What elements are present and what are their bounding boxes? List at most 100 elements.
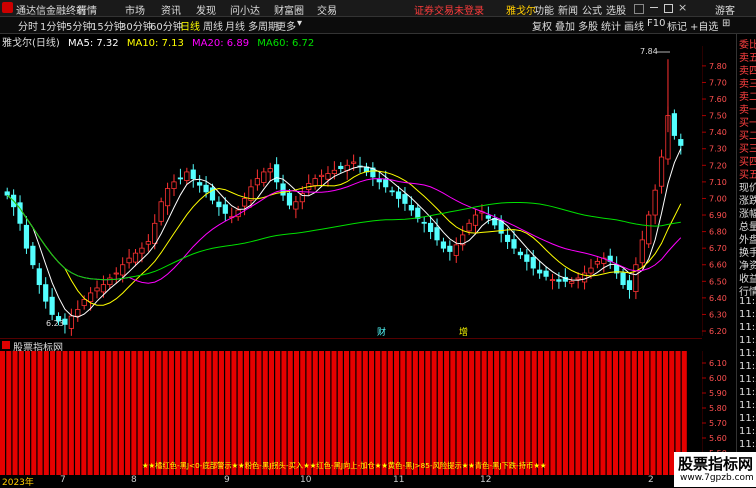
maximize-icon[interactable] <box>664 4 673 13</box>
candle-body <box>537 269 543 274</box>
menu-quotes[interactable]: 行情 <box>77 2 97 17</box>
btn-stats[interactable]: 统计 <box>601 18 621 33</box>
btn-f10[interactable]: F10 <box>647 18 665 29</box>
quote-panel: 委比 卖五 卖四 卖三 卖二 卖一 买一 买二 买三 买四 买五 现价 涨跌 涨幅 总量 外盘 换手 净资 收益 行情… <box>736 34 756 487</box>
tf-30min[interactable]: 30分钟 <box>120 18 153 33</box>
btn-overlay[interactable]: 叠加 <box>555 18 575 33</box>
btn-add-favorite[interactable]: +自选 <box>690 18 718 33</box>
indicator-bar <box>644 351 650 475</box>
candle-body <box>530 257 536 269</box>
menu-wealth[interactable]: 财富圈 <box>274 2 304 17</box>
btn-draw[interactable]: 画线 <box>624 18 644 33</box>
indicator-bar <box>143 351 149 475</box>
indicator-icon <box>2 341 10 349</box>
toolbar: 分时 1分钟 5分钟 15分钟 30分钟 60分钟 日线 周线 月线 多周期 更… <box>0 17 756 34</box>
candle-body <box>23 224 30 249</box>
indicator-legend-text: ★★橘红色-黑J<0-底部警示★★粉色-黑J拐头-买入★★红色-黑J向上-加仓★… <box>142 461 547 470</box>
indicator-bar <box>331 351 337 475</box>
menu-select[interactable]: 选股 <box>606 2 626 17</box>
price-tick-label: 6.50 <box>709 277 727 286</box>
menu-market[interactable]: 市场 <box>125 2 145 17</box>
tf-more-chevron-icon[interactable]: ▾ <box>297 18 302 29</box>
quote-panel-row: 11:29 <box>739 361 756 372</box>
btn-adjust[interactable]: 复权 <box>532 18 552 33</box>
guest-user[interactable]: 游客 <box>715 2 735 17</box>
candle-body <box>197 182 203 186</box>
candle-body <box>376 178 382 183</box>
candle-body <box>4 191 10 196</box>
candle-body <box>485 215 491 219</box>
close-icon[interactable]: × <box>678 1 687 14</box>
candle-body <box>139 247 145 254</box>
layout-grid-icon[interactable]: ⊞ <box>722 18 730 29</box>
menu-trade[interactable]: 交易 <box>317 2 337 17</box>
indicator-bar <box>93 351 99 475</box>
candle-body <box>132 252 139 263</box>
menu-news[interactable]: 资讯 <box>161 2 181 17</box>
indicator-bar <box>556 351 562 475</box>
marker-finance[interactable]: 财 <box>377 326 386 336</box>
candle-body <box>511 239 517 249</box>
menu-ask[interactable]: 问小达 <box>230 2 260 17</box>
price-tick-label: 6.70 <box>709 244 727 253</box>
indicator-bar <box>394 351 400 475</box>
indicator-pane[interactable]: ★★橘红色-黑J<0-底部警示★★粉色-黑J拐头-买入★★红色-黑J向上-加仓★… <box>0 351 702 475</box>
menu-discover[interactable]: 发现 <box>196 2 216 17</box>
tf-1min[interactable]: 1分钟 <box>40 18 66 33</box>
indicator-bar <box>356 351 362 475</box>
indicator-bar <box>293 351 300 475</box>
candle-body <box>389 190 395 193</box>
candle-body <box>543 270 549 277</box>
indicator-bar <box>475 351 481 475</box>
tf-multi[interactable]: 多周期 <box>248 18 278 33</box>
candle-body <box>402 194 408 204</box>
indicator-bar <box>318 351 325 475</box>
tf-tick[interactable]: 分时 <box>18 18 38 33</box>
candle-body <box>498 220 504 234</box>
candle-body <box>203 184 209 193</box>
btn-multi-stock[interactable]: 多股 <box>578 18 598 33</box>
minimize-icon[interactable] <box>650 7 658 8</box>
tf-more[interactable]: 更多 <box>276 18 296 33</box>
skin-icon[interactable] <box>634 4 644 14</box>
indicator-bar <box>68 351 74 475</box>
indicator-bar <box>237 351 243 475</box>
candle-body <box>338 165 344 170</box>
indicator-bar <box>600 351 606 475</box>
indicator-bar <box>106 351 112 475</box>
login-warning[interactable]: 证券交易未登录 <box>414 2 484 17</box>
marker-increase[interactable]: 增 <box>459 326 468 336</box>
price-tick-label: 6.80 <box>709 228 727 237</box>
candle-body <box>466 222 472 232</box>
indicator-bar <box>569 351 575 475</box>
indicator-bar <box>12 351 18 475</box>
date-label-feb: 2 <box>648 475 654 485</box>
price-tick-label: 7.40 <box>709 128 727 137</box>
menu-function[interactable]: 功能 <box>534 2 554 17</box>
tf-5min[interactable]: 5分钟 <box>66 18 92 33</box>
candle-body <box>678 139 684 146</box>
indicator-tick-label: 5.70 <box>709 419 727 428</box>
btn-mark[interactable]: 标记 <box>667 18 687 33</box>
tf-weekly[interactable]: 周线 <box>203 18 223 33</box>
tf-15min[interactable]: 15分钟 <box>91 18 124 33</box>
candle-body <box>312 178 318 186</box>
indicator-bar <box>18 351 24 475</box>
app-logo-icon <box>2 2 13 13</box>
quote-panel-row: 11:29 <box>739 374 756 385</box>
menu-news-right[interactable]: 新闻 <box>558 2 578 17</box>
tf-60min[interactable]: 60分钟 <box>150 18 183 33</box>
indicator-tick-label: 5.80 <box>709 404 727 413</box>
candle-body <box>68 315 74 329</box>
indicator-bar <box>218 351 224 475</box>
indicator-bar <box>125 351 131 475</box>
indicator-bar <box>56 351 62 475</box>
candle-body <box>216 201 222 208</box>
indicator-bar <box>625 351 631 475</box>
candlestick-chart[interactable]: 7.84 6.23 财 增 <box>0 46 702 336</box>
tf-monthly[interactable]: 月线 <box>225 18 245 33</box>
indicator-bar <box>519 351 525 475</box>
tf-daily[interactable]: 日线 <box>180 18 200 33</box>
candle-body <box>171 181 177 189</box>
menu-formula[interactable]: 公式 <box>582 2 602 17</box>
